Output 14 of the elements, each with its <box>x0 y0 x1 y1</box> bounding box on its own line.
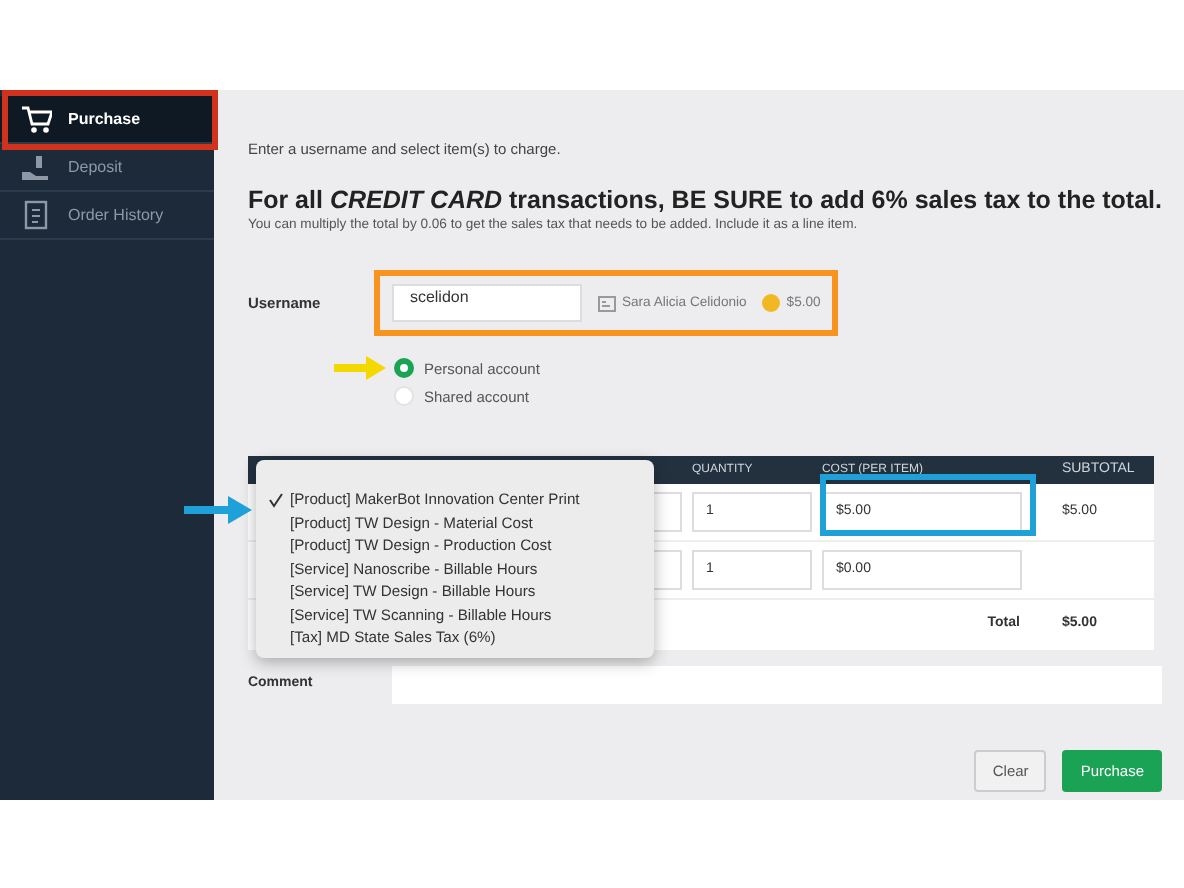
arrow-drawing <box>184 496 252 524</box>
coin-icon <box>762 294 781 313</box>
username-field[interactable]: scelidon <box>391 284 582 323</box>
radio-button[interactable] <box>393 358 414 379</box>
arrow-drawing <box>334 356 386 380</box>
hand-icon <box>20 151 52 183</box>
cart-icon <box>20 103 52 135</box>
sidebar-item[interactable]: Deposit <box>0 144 214 192</box>
sidebar-item[interactable]: Order History <box>0 192 214 240</box>
document-icon <box>20 199 52 231</box>
comment-field[interactable] <box>391 666 1162 705</box>
sidebar-item[interactable]: Purchase <box>0 96 214 144</box>
id-card-icon <box>597 295 616 312</box>
warning-heading: For all CREDIT CARD transactions, BE SURE to add 6% sales tax to the total. <box>247 188 1162 216</box>
